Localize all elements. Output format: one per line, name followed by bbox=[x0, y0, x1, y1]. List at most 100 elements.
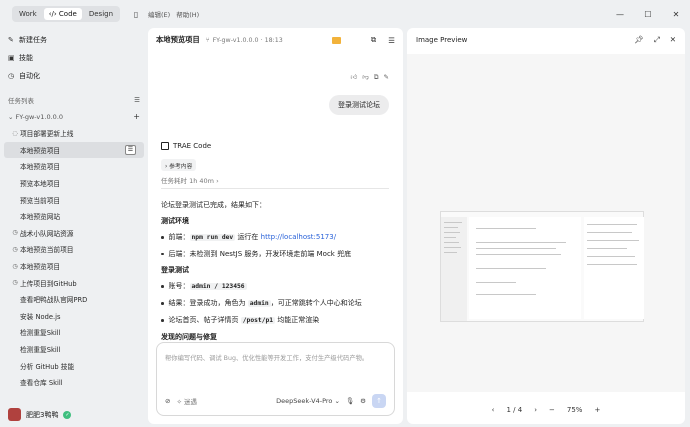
chat-panel: 本地预览项目 ⑂ FY-gw-v1.0.0.0 · 18:13 ⧉ ☰ 👍︎ 👎︎… bbox=[148, 28, 403, 424]
mode-code[interactable]: ‹/› Code bbox=[43, 8, 82, 20]
model-selector[interactable]: DeepSeek-V4-Pro ⌄ bbox=[276, 397, 340, 405]
project-row[interactable]: ⌄ FY-gw-v1.0.0.0 + bbox=[0, 108, 148, 125]
mode-switcher: Work ‹/› Code Design bbox=[12, 6, 121, 22]
divider bbox=[161, 188, 389, 189]
nav-new-task[interactable]: ✎ 新建任务 bbox=[0, 31, 148, 49]
task-item[interactable]: 本地预览项目 ☰ bbox=[4, 141, 144, 159]
message-actions: 👍︎ 👎︎ ⧉ ✎ bbox=[350, 73, 389, 82]
reference-toggle[interactable]: › 参考内容 bbox=[161, 159, 197, 171]
settings-icon[interactable]: ⚙ bbox=[360, 397, 366, 405]
user-profile[interactable]: 肥肥3鸭鸭 ✓ bbox=[8, 408, 72, 421]
preview-canvas[interactable] bbox=[407, 54, 685, 392]
minimize-icon[interactable]: — bbox=[606, 0, 634, 28]
task-item[interactable]: 本地预览项目 bbox=[0, 158, 148, 175]
sidebar-toggle-icon[interactable]: ▯ bbox=[130, 8, 142, 20]
speed-toggle[interactable]: ✧ 迷遇 bbox=[176, 396, 197, 406]
task-item[interactable]: ◌ 项目部署更新上线 bbox=[0, 125, 148, 142]
window-controls: — ☐ ✕ bbox=[606, 0, 690, 28]
folder-icon[interactable] bbox=[331, 36, 341, 44]
task-item[interactable]: 预览当前项目 bbox=[0, 191, 148, 208]
task-item[interactable]: 查看吧鸭战队官网PRD bbox=[0, 291, 148, 308]
task-list-header: 任务列表 ☰ bbox=[8, 96, 140, 105]
next-page-icon[interactable]: › bbox=[534, 406, 537, 414]
preview-title: Image Preview bbox=[416, 36, 468, 44]
zoom-in-icon[interactable]: + bbox=[594, 406, 600, 414]
list-item: 论坛首页、帖子详情页 /post/p1 均能正常渲染 bbox=[161, 315, 389, 326]
mode-work[interactable]: Work bbox=[14, 8, 42, 20]
edit-message-icon[interactable]: ✎ bbox=[384, 73, 389, 82]
chat-input[interactable]: 帮你编写代码、调试 Bug、优化性能等开发工作，支付生产级代码产物。 bbox=[165, 353, 368, 362]
task-item[interactable]: ◷ 本地预览项目 bbox=[0, 258, 148, 275]
chat-input-box[interactable]: 帮你编写代码、调试 Bug、优化性能等开发工作，支付生产级代码产物。 ⊘ ✧ 迷… bbox=[156, 342, 395, 416]
mic-icon[interactable]: 🎙︎ bbox=[346, 397, 354, 405]
outline-icon[interactable]: ☰ bbox=[388, 36, 395, 45]
nav-skills[interactable]: ▣ 技能 bbox=[0, 49, 148, 67]
task-item[interactable]: ◷ 本地预览当前项目 bbox=[0, 241, 148, 258]
section-heading: 发现的问题与修复 bbox=[161, 333, 217, 341]
avatar bbox=[8, 408, 21, 421]
spinner-icon: ◌ bbox=[12, 129, 18, 137]
skill-icon: ▣ bbox=[8, 54, 15, 62]
task-item[interactable]: 安装 Node.js bbox=[0, 308, 148, 325]
clock-icon: ◷ bbox=[12, 262, 18, 270]
clock-icon: ◷ bbox=[12, 279, 18, 287]
task-item[interactable]: 预览本地项目 bbox=[0, 175, 148, 192]
task-item[interactable]: 本地预览网站 bbox=[0, 208, 148, 225]
image-preview-panel: Image Preview 📌︎ ⤢ ✕ ‹ 1 / 4 › − 75% + bbox=[407, 28, 685, 424]
section-heading: 登录测试 bbox=[161, 266, 189, 274]
user-message: 登录测试论坛 bbox=[329, 95, 389, 115]
agent-response: 论坛登录测试已完成，结果如下： 测试环境 前端： npm run dev 运行在 … bbox=[161, 200, 389, 348]
localhost-link[interactable]: http://localhost:5173/ bbox=[261, 233, 336, 241]
pin-icon[interactable]: 📌︎ bbox=[634, 35, 644, 45]
elapsed-time[interactable]: 任务耗时 1h 40m › bbox=[161, 175, 219, 185]
attach-icon[interactable]: ⊘ bbox=[165, 397, 170, 405]
send-button[interactable]: ↑ bbox=[372, 394, 386, 408]
thumbs-down-icon[interactable]: 👎︎ bbox=[362, 73, 369, 82]
trae-logo-icon bbox=[161, 142, 169, 150]
agent-header: TRAE Code bbox=[161, 142, 211, 150]
close-icon[interactable]: ✕ bbox=[670, 35, 676, 45]
clock-icon: ◷ bbox=[12, 245, 18, 253]
zoom-level: 75% bbox=[566, 406, 583, 414]
branch-info: ⑂ FY-gw-v1.0.0.0 · 18:13 bbox=[205, 36, 283, 44]
nav-automation[interactable]: ◷ 自动化 bbox=[0, 67, 148, 85]
layout-icon[interactable]: ⧉ bbox=[371, 35, 376, 45]
edit-icon: ✎ bbox=[8, 36, 14, 44]
title-bar: Work ‹/› Code Design ▯ 编辑(E) 帮助(H) — ☐ ✕ bbox=[0, 0, 690, 28]
task-item[interactable]: 检测重复Skill bbox=[0, 324, 148, 341]
list-item: 结果：登录成功，角色为 admin ，可正常跳转个人中心和论坛 bbox=[161, 298, 389, 309]
task-options-icon[interactable]: ☰ bbox=[125, 144, 136, 155]
menu-edit[interactable]: 编辑(E) bbox=[148, 9, 170, 19]
screenshot-thumbnail bbox=[440, 211, 644, 322]
prev-page-icon[interactable]: ‹ bbox=[492, 406, 495, 414]
collapse-icon: ⌄ bbox=[8, 112, 14, 121]
clock-icon: ◷ bbox=[8, 72, 15, 80]
clock-icon: ◷ bbox=[12, 229, 18, 237]
section-heading: 测试环境 bbox=[161, 217, 189, 225]
summary-text: 论坛登录测试已完成，结果如下： bbox=[161, 201, 266, 209]
task-item[interactable]: 分析 GitHub 技能 bbox=[0, 357, 148, 374]
list-item: 后端：未检测到 NestJS 服务，开发环境走前端 Mock 兜底 bbox=[161, 249, 389, 259]
branch-icon: ⑂ bbox=[205, 36, 210, 44]
zoom-out-icon[interactable]: − bbox=[549, 406, 555, 414]
thumbs-up-icon[interactable]: 👍︎ bbox=[350, 73, 357, 82]
expand-icon[interactable]: ⤢ bbox=[654, 35, 660, 45]
sidebar: ✎ 新建任务 ▣ 技能 ◷ 自动化 任务列表 ☰ ⌄ FY-gw-v1.0.0.0 +… bbox=[0, 28, 148, 427]
list-item: 账号： admin / 123456 bbox=[161, 281, 389, 292]
mode-design[interactable]: Design bbox=[84, 8, 118, 20]
add-task-icon[interactable]: + bbox=[133, 112, 140, 121]
menu-help[interactable]: 帮助(H) bbox=[176, 9, 199, 19]
maximize-icon[interactable]: ☐ bbox=[634, 0, 662, 28]
task-item[interactable]: ◷ 上传项目到GitHub bbox=[0, 274, 148, 291]
close-window-icon[interactable]: ✕ bbox=[662, 0, 690, 28]
task-item[interactable]: 检测重复Skill bbox=[0, 341, 148, 358]
filter-icon[interactable]: ☰ bbox=[134, 96, 140, 104]
chat-title: 本地预览项目 bbox=[156, 35, 200, 44]
copy-icon[interactable]: ⧉ bbox=[374, 73, 379, 82]
preview-header: Image Preview 📌︎ ⤢ ✕ bbox=[407, 28, 685, 52]
list-item: 前端： npm run dev 运行在 http://localhost:5173… bbox=[161, 232, 389, 243]
task-item[interactable]: ◷ 战术小队网站资源 bbox=[0, 225, 148, 242]
task-list: ◌ 项目部署更新上线 本地预览项目 ☰ 本地预览项目 预览本地项目 预览当前项目 本地预览网站… bbox=[0, 125, 148, 391]
page-indicator: 1 / 4 bbox=[506, 406, 523, 414]
task-item[interactable]: 查看仓库 Skill bbox=[0, 374, 148, 391]
